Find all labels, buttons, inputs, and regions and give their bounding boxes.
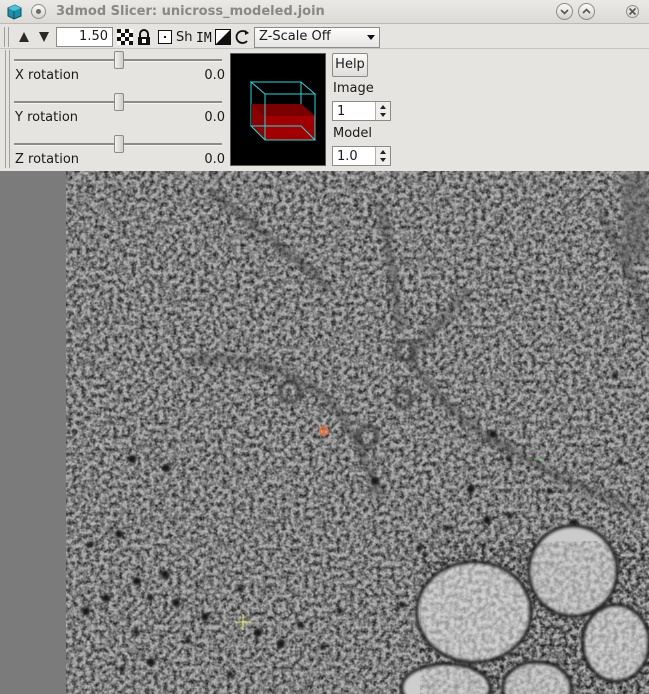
close-icon[interactable] (624, 3, 641, 20)
model-label: Model (333, 126, 373, 141)
zscale-dropdown[interactable]: Z-Scale Off (254, 27, 380, 48)
rotate-icon[interactable] (235, 29, 251, 45)
x-rotation-value: 0.0 (204, 68, 225, 83)
model-spin-buttons[interactable] (375, 147, 390, 165)
title-bar[interactable]: 3dmod Slicer: unicross_modeled.join (0, 0, 649, 24)
image-label: Image (333, 81, 374, 96)
help-button[interactable]: Help (332, 53, 368, 77)
maximize-icon[interactable] (578, 3, 595, 20)
minimize-icon[interactable] (556, 3, 573, 20)
image-spinbox[interactable]: 1 (332, 101, 391, 121)
zoom-input[interactable]: 1.50 (56, 27, 113, 47)
orientation-cube-icon (249, 81, 317, 141)
z-rotation-label: Z rotation (15, 152, 80, 167)
slicer-window: 3dmod Slicer: unicross_modeled.join 1.50 (0, 0, 649, 694)
diagonal-icon[interactable] (215, 29, 231, 45)
lock-icon[interactable] (136, 29, 152, 45)
pin-icon[interactable] (31, 4, 46, 19)
z-rotation-value: 0.0 (204, 152, 225, 167)
model-spin-value: 1.0 (337, 149, 358, 164)
svg-text:IM: IM (196, 31, 212, 45)
toolbar: 1.50 Sh IM Z-Scale Off (0, 25, 649, 49)
sh-toggle[interactable]: Sh (176, 30, 193, 45)
rotation-panel: X rotation 0.0 Y rotation 0.0 Z rotation… (0, 50, 229, 170)
image-spin-buttons[interactable] (375, 102, 390, 120)
im-icon[interactable]: IM (196, 29, 212, 45)
x-rotation-label: X rotation (15, 68, 80, 83)
tomogram-slice-image (66, 171, 649, 694)
model-spinbox[interactable]: 1.0 (332, 146, 391, 166)
image-spin-value: 1 (337, 104, 346, 119)
zscale-selected: Z-Scale Off (259, 29, 331, 44)
checker-icon[interactable] (117, 29, 133, 45)
z-rotation-thumb[interactable] (114, 135, 124, 153)
y-rotation-value: 0.0 (204, 110, 225, 125)
orientation-cube-view[interactable] (230, 53, 326, 166)
app-cube-icon (7, 4, 22, 20)
dot-box-icon[interactable] (157, 29, 173, 45)
slice-image-viewport[interactable] (0, 171, 649, 694)
x-rotation-thumb[interactable] (114, 51, 124, 69)
zoom-down-icon[interactable] (36, 29, 52, 45)
toolbar-grip[interactable] (4, 27, 9, 47)
zoom-up-icon[interactable] (16, 29, 32, 45)
y-rotation-thumb[interactable] (114, 93, 124, 111)
y-rotation-label: Y rotation (15, 110, 79, 125)
window-title: 3dmod Slicer: unicross_modeled.join (56, 4, 325, 19)
dropdown-arrow-icon (367, 35, 375, 40)
